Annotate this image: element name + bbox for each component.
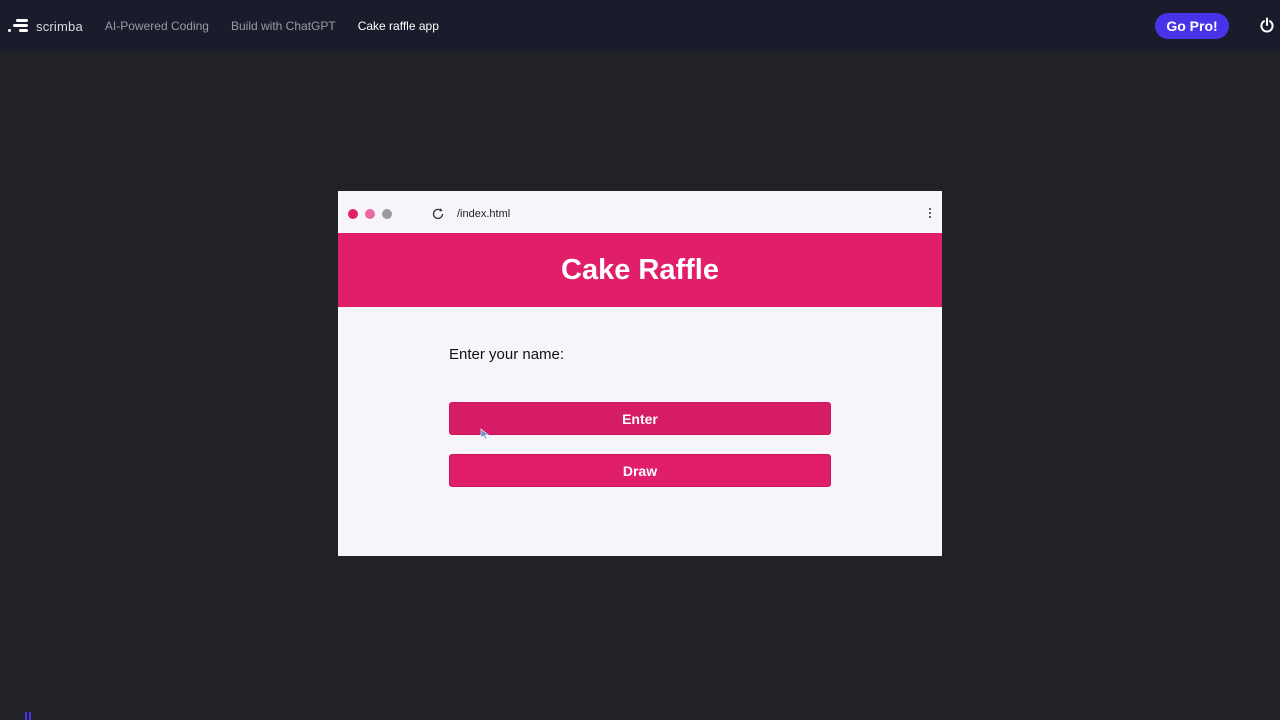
- browser-preview: /index.html Cake Raffle Enter your name:…: [338, 191, 942, 556]
- preview-url[interactable]: /index.html: [457, 208, 510, 220]
- scrimba-mini-logo-icon: [25, 712, 31, 720]
- breadcrumb: AI-Powered Coding Build with ChatGPT Cak…: [105, 19, 439, 33]
- name-label: Enter your name:: [449, 346, 565, 363]
- draw-button[interactable]: Draw: [449, 454, 831, 487]
- enter-button[interactable]: Enter: [449, 402, 831, 435]
- mouse-cursor-icon: [480, 428, 490, 440]
- scrimba-logo-icon: [8, 18, 28, 34]
- window-control-maximize-icon[interactable]: [382, 209, 392, 219]
- app-header: Cake Raffle: [338, 233, 942, 307]
- breadcrumb-lesson[interactable]: Cake raffle app: [358, 19, 439, 33]
- preview-toolbar: /index.html: [338, 191, 942, 233]
- breadcrumb-module[interactable]: Build with ChatGPT: [231, 19, 336, 33]
- kebab-menu-icon[interactable]: [928, 208, 932, 222]
- window-control-minimize-icon[interactable]: [365, 209, 375, 219]
- window-control-close-icon[interactable]: [348, 209, 358, 219]
- brand-logo[interactable]: scrimba: [8, 18, 83, 34]
- reload-icon[interactable]: [431, 207, 445, 221]
- page-title: Cake Raffle: [561, 253, 719, 286]
- top-navigation-bar: scrimba AI-Powered Coding Build with Cha…: [0, 0, 1280, 52]
- go-pro-button[interactable]: Go Pro!: [1155, 13, 1229, 39]
- brand-name: scrimba: [36, 18, 83, 34]
- breadcrumb-course[interactable]: AI-Powered Coding: [105, 19, 209, 33]
- power-icon[interactable]: [1260, 17, 1274, 33]
